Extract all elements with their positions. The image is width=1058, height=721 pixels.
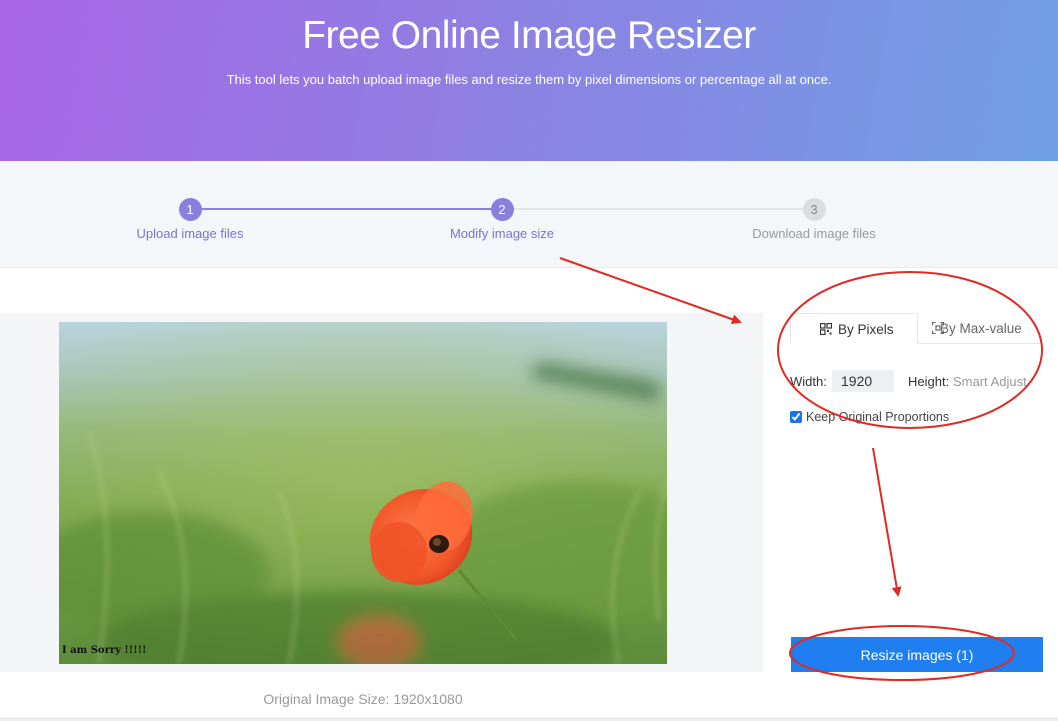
height-label: Height:	[908, 374, 950, 389]
keep-proportions-option[interactable]: Keep Original Proportions	[790, 410, 949, 424]
step-number-badge: 1	[178, 198, 202, 221]
width-input[interactable]	[832, 370, 894, 392]
grid-icon	[820, 323, 832, 335]
tab-label: By Pixels	[838, 322, 894, 337]
page-footer-divider	[0, 717, 1058, 721]
resize-images-button[interactable]: Resize images (1)	[791, 637, 1043, 672]
width-label: Width:	[790, 374, 827, 389]
dimension-fields: Width: Height: Smart Adjust	[790, 370, 1050, 392]
tab-by-max-value[interactable]: By Max-value	[920, 313, 1043, 344]
page-title: Free Online Image Resizer	[302, 14, 756, 57]
annotation-circle	[777, 271, 1043, 429]
step-label: Download image files	[752, 226, 876, 241]
step-indicator: 1 Upload image files 2 Modify image size…	[0, 161, 1058, 268]
fit-frame-icon	[932, 322, 944, 334]
annotation-arrow	[872, 447, 902, 597]
image-caption: I am Sorry !!!!!	[62, 645, 147, 656]
step-upload[interactable]: 1 Upload image files	[90, 198, 290, 241]
tab-by-pixels[interactable]: By Pixels	[790, 313, 918, 344]
step-modify[interactable]: 2 Modify image size	[402, 198, 602, 241]
step-label: Upload image files	[136, 226, 244, 241]
poppy-photo	[59, 322, 667, 664]
step-download[interactable]: 3 Download image files	[714, 198, 914, 241]
original-size-label: Original Image Size: 1920x1080	[263, 691, 463, 707]
step-number-badge: 3	[802, 198, 826, 221]
keep-proportions-checkbox[interactable]	[790, 411, 802, 423]
keep-proportions-label: Keep Original Proportions	[806, 410, 950, 424]
height-value: Smart Adjust	[953, 374, 1027, 389]
hero-banner: Free Online Image Resizer This tool lets…	[0, 0, 1058, 161]
image-preview: I am Sorry !!!!!	[59, 322, 667, 664]
step-number-badge: 2	[490, 198, 514, 221]
resize-mode-tabs: By Pixels By Max-value	[790, 313, 1043, 344]
page-subtitle: This tool lets you batch upload image fi…	[226, 72, 832, 87]
tab-label: By Max-value	[940, 321, 1022, 336]
step-label: Modify image size	[449, 226, 555, 241]
